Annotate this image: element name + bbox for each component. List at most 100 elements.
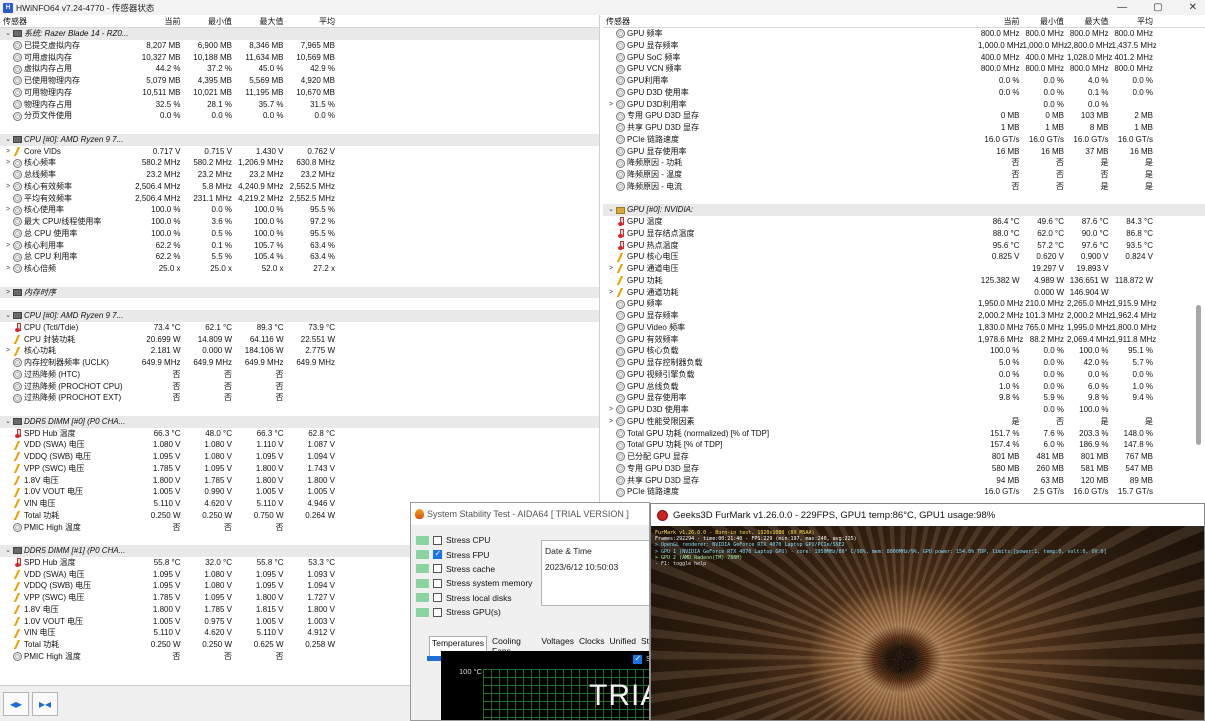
sensor-row[interactable]: GPU 显存使用率 16 MB 16 MB 37 MB 16 MB bbox=[603, 146, 1205, 158]
sensor-row[interactable]: 总 CPU 利用率 62.2 % 5.5 % 105.4 % 63.4 % bbox=[0, 251, 599, 263]
sensor-row[interactable]: GPU 功耗 125.382 W 4.989 W 136.651 W 118.872 W bbox=[603, 275, 1205, 287]
sensor-row[interactable]: > 核心有效频率 2,506.4 MHz 5.8 MHz 4,240.9 MHz 2,55… bbox=[0, 181, 599, 193]
sensor-row[interactable]: 共享 GPU D3D 显存 1 MB 1 MB 8 MB 1 MB bbox=[603, 122, 1205, 134]
sensor-row[interactable]: VDD (SWA) 电压 1.080 V 1.080 V 1.110 V 1.087 V bbox=[0, 439, 599, 451]
collapse-arrows-button[interactable]: ▸◂ bbox=[32, 691, 58, 716]
sensor-row[interactable]: 已分配 GPU 显存 801 MB 481 MB 801 MB 767 MB bbox=[603, 451, 1205, 463]
expand-chevron-icon[interactable]: > bbox=[3, 240, 13, 252]
sensor-row[interactable]: > Core VIDs 0.717 V 0.715 V 1.430 V 0.762 V bbox=[0, 146, 599, 158]
graph-checkbox[interactable]: SA bbox=[633, 654, 649, 664]
sensor-row[interactable]: 过热降频 (HTC) 否 否 否 bbox=[0, 369, 599, 381]
sensor-row[interactable]: 过热降频 (PROCHOT EXT) 否 否 否 bbox=[0, 392, 599, 404]
sensor-row[interactable]: 1.0V VOUT 电压 1.005 V 0.990 V 1.005 V 1.005 V bbox=[0, 486, 599, 498]
expand-chevron-icon[interactable]: > bbox=[606, 416, 616, 428]
sensor-row[interactable]: Total GPU 功耗 [% of TDP] 157.4 % 6.0 % 186.9… bbox=[603, 439, 1205, 451]
expand-chevron-icon[interactable]: > bbox=[3, 345, 13, 357]
sensor-row[interactable]: PCIe 链路速度 16.0 GT/s 16.0 GT/s 16.0 GT/s 16.0… bbox=[603, 134, 1205, 146]
stress-checkbox[interactable] bbox=[433, 607, 442, 617]
close-button[interactable]: ✕ bbox=[1189, 0, 1197, 15]
sensor-row[interactable]: 虚拟内存占用 44.2 % 37.2 % 45.0 % 42.9 % bbox=[0, 63, 599, 75]
header-avg[interactable]: 平均 bbox=[287, 15, 339, 27]
header-min[interactable]: 最小值 bbox=[1023, 15, 1068, 27]
maximize-button[interactable]: ▢ bbox=[1153, 0, 1162, 15]
sensor-row[interactable]: 过热降频 (PROCHOT CPU) 否 否 否 bbox=[0, 381, 599, 393]
sensor-row[interactable]: VDDQ (SWB) 电压 1.095 V 1.080 V 1.095 V 1.094 … bbox=[0, 451, 599, 463]
sensor-row[interactable]: > 核心功耗 2.181 W 0.000 W 184.106 W 2.775 W bbox=[0, 345, 599, 357]
sensor-row[interactable]: GPU 核心电压 0.825 V 0.620 V 0.900 V 0.824 V bbox=[603, 251, 1205, 263]
sensor-row[interactable]: GPU 频率 1,950.0 MHz 210.0 MHz 2,265.0 MHz 1,9… bbox=[603, 298, 1205, 310]
expand-chevron-icon[interactable]: > bbox=[3, 181, 13, 193]
minimize-button[interactable]: — bbox=[1117, 0, 1127, 15]
header-sensor[interactable]: 传感器 bbox=[603, 15, 978, 27]
sensor-row[interactable]: > 核心使用率 100.0 % 0.0 % 100.0 % 95.5 % bbox=[0, 204, 599, 216]
sensor-row[interactable]: > GPU 通道功耗 0.000 W 146.904 W bbox=[603, 287, 1205, 299]
sensor-row[interactable]: GPU 温度 86.4 °C 49.6 °C 87.6 °C 84.3 °C bbox=[603, 216, 1205, 228]
sensor-row[interactable]: 降频原因 - 电流 否 否 是 是 bbox=[603, 181, 1205, 193]
sensor-row[interactable]: > 核心频率 580.2 MHz 580.2 MHz 1,206.9 MHz 630.8 … bbox=[0, 157, 599, 169]
graph-checkbox-box[interactable] bbox=[633, 654, 642, 664]
expand-chevron-icon[interactable]: > bbox=[606, 287, 616, 299]
sensor-group-header[interactable]: ⌄ DDR5 DIMM [#0] (P0 CHA... bbox=[0, 415, 599, 428]
sensor-row[interactable]: VPP (SWC) 电压 1.785 V 1.095 V 1.800 V 1.743 V bbox=[0, 463, 599, 475]
sensor-row[interactable]: 内存控制器频率 (UCLK) 649.9 MHz 649.9 MHz 649.9 MH… bbox=[0, 357, 599, 369]
sensor-row[interactable]: 可用物理内存 10,511 MB 10,021 MB 11,195 MB 10,670 … bbox=[0, 87, 599, 99]
stress-checkbox[interactable] bbox=[433, 564, 442, 574]
expand-chevron-icon[interactable]: > bbox=[606, 99, 616, 111]
sensor-row[interactable]: GPU Video 频率 1,830.0 MHz 765.0 MHz 1,995.0 … bbox=[603, 322, 1205, 334]
header-max[interactable]: 最大值 bbox=[1067, 15, 1112, 27]
sensor-row[interactable]: CPU 封装功耗 20.699 W 14.809 W 64.116 W 22.551 W bbox=[0, 334, 599, 346]
vertical-scrollbar[interactable] bbox=[1196, 305, 1201, 445]
sensor-row[interactable]: GPU 显存控制器负载 5.0 % 0.0 % 42.0 % 5.7 % bbox=[603, 357, 1205, 369]
header-current[interactable]: 当前 bbox=[132, 15, 184, 27]
sensor-row[interactable]: 已提交虚拟内存 8,207 MB 6,900 MB 8,346 MB 7,965 MB bbox=[0, 40, 599, 52]
sensor-row[interactable]: 降频原因 - 温度 否 否 否 是 bbox=[603, 169, 1205, 181]
sensor-row[interactable]: SPD Hub 温度 66.3 °C 48.0 °C 66.3 °C 62.8 °C bbox=[0, 428, 599, 440]
sensor-row[interactable]: > GPU D3D 使用率 0.0 % 100.0 % bbox=[603, 404, 1205, 416]
header-sensor[interactable]: 传感器 bbox=[0, 15, 132, 27]
sensor-row[interactable]: > 核心利用率 62.2 % 0.1 % 105.7 % 63.4 % bbox=[0, 240, 599, 252]
sensor-row[interactable]: GPU 显存频率 1,000.0 MHz 1,000.0 MHz 2,800.0 MH… bbox=[603, 40, 1205, 52]
sensor-row[interactable]: GPU利用率 0.0 % 0.0 % 4.0 % 0.0 % bbox=[603, 75, 1205, 87]
sensor-row[interactable]: 专用 GPU D3D 显存 580 MB 260 MB 581 MB 547 MB bbox=[603, 463, 1205, 475]
sensor-row[interactable]: CPU (Tctl/Tdie) 73.4 °C 62.1 °C 89.3 °C 73.9… bbox=[0, 322, 599, 334]
sensor-row[interactable]: 物理内存占用 32.5 % 28.1 % 35.7 % 31.5 % bbox=[0, 99, 599, 111]
sensor-row[interactable]: GPU SoC 频率 400.0 MHz 400.0 MHz 1,028.0 MHz 4… bbox=[603, 52, 1205, 64]
sensor-row[interactable]: GPU D3D 使用率 0.0 % 0.0 % 0.1 % 0.0 % bbox=[603, 87, 1205, 99]
sensor-row[interactable]: 总 CPU 使用率 100.0 % 0.5 % 100.0 % 95.5 % bbox=[0, 228, 599, 240]
furmark-render-canvas[interactable]: FurMark v1.26.0.0 - Burn-in test, 1920x1… bbox=[651, 526, 1204, 720]
furmark-window[interactable]: Geeks3D FurMark v1.26.0.0 - 229FPS, GPU1… bbox=[650, 503, 1205, 721]
stress-checkbox[interactable] bbox=[433, 535, 442, 545]
stress-checkbox[interactable] bbox=[433, 578, 442, 588]
sensor-row[interactable]: 1.8V 电压 1.800 V 1.785 V 1.800 V 1.800 V bbox=[0, 475, 599, 487]
stress-checkbox[interactable] bbox=[433, 549, 442, 560]
sensor-row[interactable]: > GPU 通道电压 19.297 V 19.893 V bbox=[603, 263, 1205, 275]
expand-chevron-icon[interactable]: > bbox=[3, 204, 13, 216]
sensor-row[interactable]: GPU 频率 800.0 MHz 800.0 MHz 800.0 MHz 800.0 M… bbox=[603, 28, 1205, 40]
expand-chevron-icon[interactable]: > bbox=[3, 157, 13, 169]
header-min[interactable]: 最小值 bbox=[184, 15, 236, 27]
expand-chevron-icon[interactable]: ⌄ bbox=[606, 204, 616, 216]
expand-chevron-icon[interactable]: > bbox=[3, 287, 13, 299]
sensor-row[interactable]: 专用 GPU D3D 显存 0 MB 0 MB 103 MB 2 MB bbox=[603, 110, 1205, 122]
sensor-row[interactable]: 降频原因 - 功耗 否 否 是 是 bbox=[603, 157, 1205, 169]
sensor-row[interactable]: 共享 GPU D3D 显存 94 MB 63 MB 120 MB 89 MB bbox=[603, 475, 1205, 487]
sensor-group-header[interactable]: ⌄ GPU [#0]: NVIDIA: bbox=[603, 204, 1205, 216]
sensor-row[interactable]: 可用虚拟内存 10,327 MB 10,188 MB 11,634 MB 10,569 … bbox=[0, 52, 599, 64]
sensor-group-header[interactable]: > 内存时序 bbox=[0, 286, 599, 299]
expand-chevron-icon[interactable]: > bbox=[606, 263, 616, 275]
sensor-row[interactable]: GPU 视频引擎负载 0.0 % 0.0 % 0.0 % 0.0 % bbox=[603, 369, 1205, 381]
sensor-group-header[interactable]: ⌄ CPU [#0]: AMD Ryzen 9 7... bbox=[0, 310, 599, 322]
sensor-row[interactable]: 最大 CPU/线程使用率 100.0 % 3.6 % 100.0 % 97.2 % bbox=[0, 216, 599, 228]
sensor-row[interactable]: > 核心倍频 25.0 x 25.0 x 52.0 x 27.2 x bbox=[0, 263, 599, 275]
sensor-row[interactable]: GPU VCN 频率 800.0 MHz 800.0 MHz 800.0 MHz 800… bbox=[603, 63, 1205, 75]
sensor-row[interactable]: > GPU D3D利用率 0.0 % 0.0 % bbox=[603, 99, 1205, 111]
stress-option[interactable]: Stress GPU(s) bbox=[416, 605, 646, 619]
sensor-row[interactable]: GPU 总线负载 1.0 % 0.0 % 6.0 % 1.0 % bbox=[603, 381, 1205, 393]
aida64-stability-window[interactable]: System Stability Test - AIDA64 [ TRIAL V… bbox=[410, 502, 650, 721]
sensor-row[interactable]: 总线频率 23.2 MHz 23.2 MHz 23.2 MHz 23.2 MHz bbox=[0, 169, 599, 181]
expand-chevron-icon[interactable]: > bbox=[606, 404, 616, 416]
sensor-row[interactable]: GPU 显存结点温度 88.0 °C 62.0 °C 90.0 °C 86.8 °C bbox=[603, 228, 1205, 240]
stress-checkbox[interactable] bbox=[433, 593, 442, 603]
header-max[interactable]: 最大值 bbox=[235, 15, 287, 27]
sensor-row[interactable]: GPU 显存频率 2,000.2 MHz 101.3 MHz 2,000.2 MHz 1… bbox=[603, 310, 1205, 322]
